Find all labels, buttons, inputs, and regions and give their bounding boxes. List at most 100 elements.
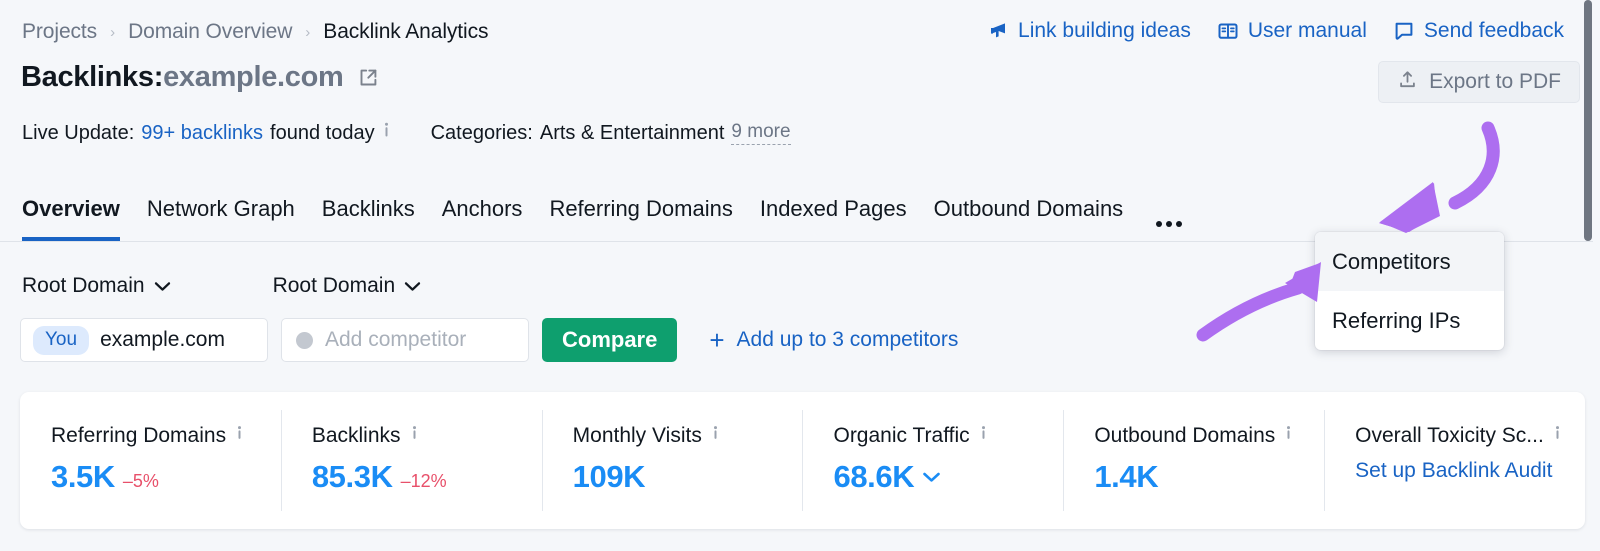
- metric-value[interactable]: 3.5K: [51, 459, 115, 495]
- live-update-suffix: found today: [270, 121, 375, 144]
- compare-button[interactable]: Compare: [542, 318, 678, 362]
- metric-label: Organic Traffic: [833, 424, 970, 447]
- your-domain-value: example.com: [100, 328, 225, 351]
- vertical-scrollbar[interactable]: [1584, 0, 1592, 241]
- metric-card-referring-domains: Referring Domains 3.5K –5%: [20, 392, 281, 529]
- page-title-prefix: Backlinks:: [21, 61, 164, 93]
- scope-selector-row: Root Domain Root Domain: [22, 274, 421, 298]
- metric-card-organic-traffic: Organic Traffic 68.6K: [802, 392, 1063, 529]
- competitor-placeholder: Add competitor: [325, 328, 467, 351]
- user-manual-label: User manual: [1247, 19, 1367, 42]
- metric-label: Monthly Visits: [572, 424, 702, 447]
- categories-status: Categories: Arts & Entertainment 9 more: [431, 121, 791, 145]
- plus-icon: +: [709, 325, 725, 355]
- live-update-status: Live Update: 99+ backlinks found today: [22, 120, 391, 146]
- user-manual-link[interactable]: User manual: [1217, 19, 1367, 43]
- tab-referring-domains[interactable]: Referring Domains: [549, 195, 732, 241]
- metric-label-row: Backlinks: [312, 424, 542, 448]
- metric-value-row: Set up Backlink Audit: [1355, 459, 1585, 483]
- info-icon[interactable]: [382, 120, 391, 146]
- tab-indexed-pages[interactable]: Indexed Pages: [760, 195, 907, 241]
- live-update-label: Live Update:: [22, 121, 135, 144]
- metric-label: Referring Domains: [51, 424, 227, 447]
- metric-value-row: 3.5K –5%: [51, 459, 281, 495]
- info-icon[interactable]: [410, 424, 419, 448]
- competitor-field[interactable]: Add competitor: [281, 318, 529, 362]
- info-icon[interactable]: [711, 424, 720, 448]
- metric-label-row: Organic Traffic: [833, 424, 1063, 448]
- menu-item-referring-ips[interactable]: Referring IPs: [1315, 291, 1504, 350]
- send-feedback-link[interactable]: Send feedback: [1393, 19, 1564, 43]
- metric-label-row: Overall Toxicity Sc...: [1355, 424, 1585, 448]
- book-icon: [1217, 20, 1239, 42]
- metric-label-row: Outbound Domains: [1094, 424, 1324, 448]
- info-icon[interactable]: [1284, 424, 1293, 448]
- tab-network-graph[interactable]: Network Graph: [147, 195, 295, 241]
- metric-value[interactable]: 68.6K: [833, 459, 914, 495]
- breadcrumb-item-domain-overview[interactable]: Domain Overview: [128, 20, 292, 44]
- export-to-pdf-button[interactable]: Export to PDF: [1378, 61, 1580, 103]
- page-title: Backlinks: example.com: [21, 61, 380, 94]
- metric-label-row: Monthly Visits: [573, 424, 803, 448]
- page-title-domain: example.com: [163, 61, 344, 93]
- meta-row: Live Update: 99+ backlinks found today C…: [22, 120, 791, 146]
- competitor-color-dot: [296, 331, 313, 349]
- your-domain-field[interactable]: You example.com: [20, 318, 268, 362]
- info-icon[interactable]: [1553, 424, 1562, 448]
- metric-card-overall-toxicity-score: Overall Toxicity Sc... Set up Backlink A…: [1324, 392, 1585, 529]
- metric-label: Backlinks: [311, 424, 401, 447]
- metric-value-row: 109K: [573, 459, 803, 495]
- scope-selector-secondary[interactable]: Root Domain: [273, 274, 422, 298]
- compare-inputs-row: You example.com Add competitor Compare +…: [20, 318, 958, 362]
- categories-value: Arts & Entertainment: [539, 121, 725, 144]
- ellipsis-icon[interactable]: [1156, 209, 1183, 227]
- scope-selector-primary[interactable]: Root Domain: [22, 274, 171, 298]
- set-up-backlink-audit-link[interactable]: Set up Backlink Audit: [1355, 459, 1552, 483]
- metric-card-monthly-visits: Monthly Visits 109K: [541, 392, 803, 529]
- megaphone-icon: [987, 20, 1009, 42]
- categories-label: Categories:: [430, 121, 533, 144]
- scope-selector-secondary-label: Root Domain: [272, 274, 396, 297]
- breadcrumb-item-backlink-analytics[interactable]: Backlink Analytics: [323, 20, 488, 44]
- send-feedback-label: Send feedback: [1423, 19, 1564, 42]
- breadcrumb-item-projects[interactable]: Projects: [22, 20, 97, 44]
- overflow-dropdown-menu: Competitors Referring IPs: [1315, 232, 1504, 350]
- metric-value-row: 85.3K –12%: [312, 459, 542, 495]
- live-update-count-link[interactable]: 99+ backlinks: [141, 122, 263, 145]
- tab-outbound-domains[interactable]: Outbound Domains: [934, 195, 1124, 241]
- chevron-down-icon: [404, 274, 421, 298]
- add-competitors-label: Add up to 3 competitors: [736, 328, 959, 351]
- tab-anchors[interactable]: Anchors: [442, 195, 523, 241]
- add-competitors-link[interactable]: + Add up to 3 competitors: [709, 327, 958, 353]
- external-link-icon[interactable]: [357, 66, 380, 89]
- metrics-card-strip: Referring Domains 3.5K –5% Backlinks 85.…: [20, 392, 1585, 529]
- upload-icon: [1397, 69, 1418, 96]
- link-building-ideas-link[interactable]: Link building ideas: [987, 19, 1191, 43]
- breadcrumb-separator: ›: [110, 23, 116, 41]
- chevron-down-icon[interactable]: [922, 471, 941, 483]
- message-icon: [1393, 20, 1415, 42]
- metric-delta: –5%: [122, 471, 159, 491]
- menu-item-competitors[interactable]: Competitors: [1315, 232, 1504, 291]
- metric-value-row: 68.6K: [833, 459, 1063, 495]
- metric-label: Overall Toxicity Sc...: [1355, 424, 1544, 447]
- metric-value-row: 1.4K: [1094, 459, 1324, 495]
- info-icon[interactable]: [235, 424, 244, 448]
- export-to-pdf-label: Export to PDF: [1429, 70, 1561, 93]
- scope-selector-primary-label: Root Domain: [22, 274, 145, 297]
- arrow-to-competitors-item: [1196, 262, 1321, 342]
- you-badge: You: [33, 325, 90, 355]
- tab-overview[interactable]: Overview: [22, 195, 120, 241]
- metric-delta: –12%: [400, 471, 447, 491]
- link-building-ideas-label: Link building ideas: [1018, 19, 1191, 42]
- top-utility-links: Link building ideas User manual Send fee…: [987, 19, 1564, 43]
- categories-more-link[interactable]: 9 more: [731, 121, 791, 145]
- breadcrumb-separator: ›: [305, 23, 311, 41]
- metric-value[interactable]: 1.4K: [1094, 459, 1158, 495]
- metric-value[interactable]: 109K: [573, 459, 646, 495]
- metric-card-outbound-domains: Outbound Domains 1.4K: [1063, 392, 1324, 529]
- tab-backlinks[interactable]: Backlinks: [322, 195, 415, 241]
- info-icon[interactable]: [979, 424, 988, 448]
- metric-label-row: Referring Domains: [51, 424, 281, 448]
- metric-value[interactable]: 85.3K: [312, 459, 393, 495]
